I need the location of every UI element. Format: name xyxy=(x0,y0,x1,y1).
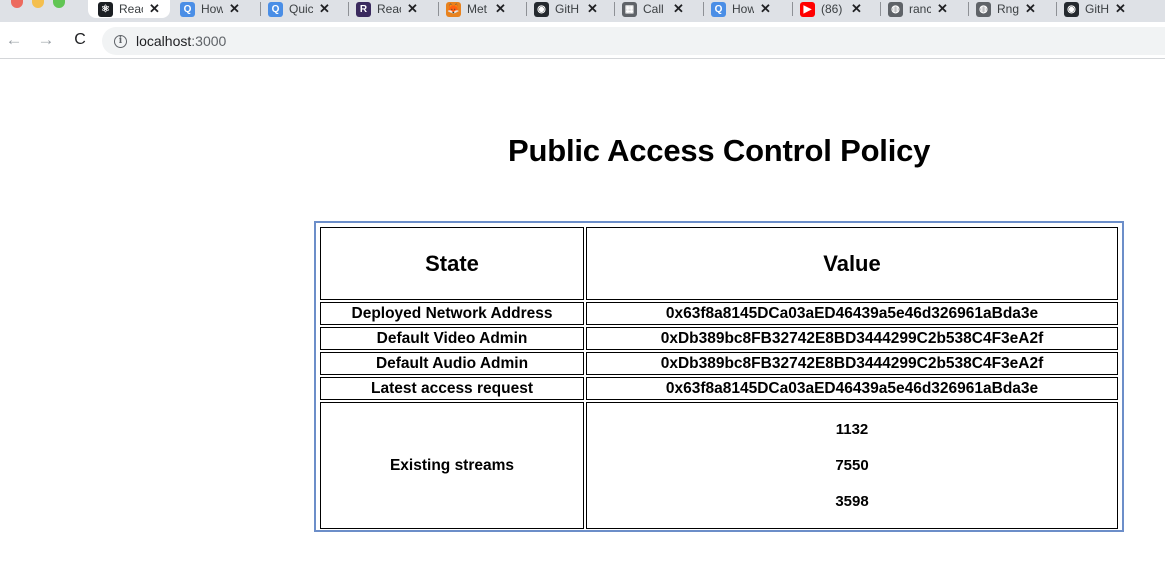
policy-table: State Value Deployed Network Address 0x6… xyxy=(318,225,1120,531)
table-row: Deployed Network Address 0x63f8a8145DCa0… xyxy=(320,302,1118,325)
q-icon: Q xyxy=(180,1,195,17)
tab-separator xyxy=(260,2,261,16)
tab-close-icon[interactable]: ✕ xyxy=(495,1,506,17)
table-row: Default Audio Admin 0xDb389bc8FB32742E8B… xyxy=(320,352,1118,375)
tab-close-icon[interactable]: ✕ xyxy=(407,1,418,17)
tab-separator xyxy=(526,2,527,16)
browser-tab[interactable]: ▶ (86) ✕ xyxy=(800,0,862,18)
tab-title: How xyxy=(201,2,223,16)
tab-title: Reac xyxy=(377,2,401,16)
metamask-fox-icon: 🦊 xyxy=(446,1,461,17)
address-bar[interactable]: i localhost:3000 xyxy=(102,27,1165,55)
tab-title: Met xyxy=(467,2,488,16)
tab-close-icon[interactable]: ✕ xyxy=(149,1,160,17)
tab-separator xyxy=(792,2,793,16)
state-cell: Default Video Admin xyxy=(320,327,584,350)
browser-tab[interactable]: ▦ Call ✕ xyxy=(622,0,684,18)
url-port: :3000 xyxy=(191,33,227,49)
page-title: Public Access Control Policy xyxy=(508,133,931,168)
tab-title: GitH xyxy=(1085,2,1109,16)
window-maximize-button[interactable] xyxy=(53,0,65,8)
tab-separator xyxy=(1056,2,1057,16)
value-cell: 0xDb389bc8FB32742E8BD3444299C2b538C4F3eA… xyxy=(586,352,1118,375)
tab-separator xyxy=(438,2,439,16)
tab-title: Quic xyxy=(289,2,313,16)
streams-row: Existing streams 1132 7550 3598 xyxy=(320,402,1118,529)
table-row: Default Video Admin 0xDb389bc8FB32742E8B… xyxy=(320,327,1118,350)
browser-tab[interactable]: 🦊 Met ✕ xyxy=(446,0,506,18)
browser-toolbar: ← → C i localhost:3000 xyxy=(0,22,1165,59)
policy-table-container: State Value Deployed Network Address 0x6… xyxy=(314,221,1124,532)
window-close-button[interactable] xyxy=(11,0,23,8)
browser-tab[interactable]: ◍ ranc ✕ xyxy=(888,0,948,18)
browser-tab[interactable]: Q How ✕ xyxy=(180,0,240,18)
back-arrow-icon[interactable]: ← xyxy=(4,30,24,50)
tab-separator xyxy=(880,2,881,16)
value-cell: 0xDb389bc8FB32742E8BD3444299C2b538C4F3eA… xyxy=(586,327,1118,350)
q-icon: Q xyxy=(711,1,726,17)
tab-close-icon[interactable]: ✕ xyxy=(937,1,948,17)
browser-tab-strip: ⚛ Reac ✕ Q How ✕ Q Quic ✕ R Reac ✕ 🦊 Met ✕ ◉ GitH ✕ ▦ Call ✕… xyxy=(0,0,1165,22)
browser-tab[interactable]: ◉ GitH ✕ xyxy=(534,0,598,18)
globe-icon: ◍ xyxy=(976,1,991,17)
table-row: Latest access request 0x63f8a8145DCa03aE… xyxy=(320,377,1118,400)
browser-tab[interactable]: ⚛ Reac ✕ xyxy=(88,0,170,18)
info-icon[interactable]: i xyxy=(114,34,127,48)
browser-tab[interactable]: ◉ GitH ✕ xyxy=(1064,0,1126,18)
github-icon: ◉ xyxy=(1064,1,1079,17)
browser-tab[interactable]: Q Quic ✕ xyxy=(268,0,330,18)
url-text[interactable]: localhost:3000 xyxy=(136,33,226,49)
window-minimize-button[interactable] xyxy=(32,0,44,8)
state-cell: Default Audio Admin xyxy=(320,352,584,375)
tab-separator xyxy=(703,2,704,16)
tab-title: Call xyxy=(643,2,664,16)
tab-close-icon[interactable]: ✕ xyxy=(587,1,598,17)
react-icon: ⚛ xyxy=(98,1,113,17)
browser-tab[interactable]: Q How ✕ xyxy=(711,0,771,18)
tab-close-icon[interactable]: ✕ xyxy=(673,1,684,17)
stream-id: 7550 xyxy=(835,456,869,474)
browser-tab[interactable]: R Reac ✕ xyxy=(356,0,418,18)
state-column-header: State xyxy=(320,227,584,300)
tab-separator xyxy=(614,2,615,16)
value-cell: 0x63f8a8145DCa03aED46439a5e46d326961aBda… xyxy=(586,377,1118,400)
table-header-row: State Value xyxy=(320,227,1118,300)
tab-separator xyxy=(968,2,969,16)
github-icon: ◉ xyxy=(534,1,549,17)
value-column-header: Value xyxy=(586,227,1118,300)
tab-title: (86) xyxy=(821,2,843,16)
forward-arrow-icon[interactable]: → xyxy=(36,30,56,50)
tab-title: GitH xyxy=(555,2,579,16)
value-cell: 0x63f8a8145DCa03aED46439a5e46d326961aBda… xyxy=(586,302,1118,325)
tab-title: ranc xyxy=(909,2,931,16)
q-icon: Q xyxy=(268,1,283,17)
tab-title: Rng xyxy=(997,2,1019,16)
streams-label-cell: Existing streams xyxy=(320,402,584,529)
state-cell: Latest access request xyxy=(320,377,584,400)
tab-close-icon[interactable]: ✕ xyxy=(319,1,330,17)
building-icon: ▦ xyxy=(622,1,637,17)
tab-title: Reac xyxy=(119,2,143,16)
stream-id: 1132 xyxy=(835,420,869,438)
tab-title: How xyxy=(732,2,754,16)
tab-close-icon[interactable]: ✕ xyxy=(1115,1,1126,17)
state-cell: Deployed Network Address xyxy=(320,302,584,325)
tab-separator xyxy=(348,2,349,16)
url-host: localhost xyxy=(136,33,192,49)
streams-values-cell: 1132 7550 3598 xyxy=(586,402,1118,529)
tab-close-icon[interactable]: ✕ xyxy=(229,1,240,17)
youtube-icon: ▶ xyxy=(800,1,815,17)
reload-icon[interactable]: C xyxy=(70,30,90,50)
r-icon: R xyxy=(356,1,371,17)
browser-tab[interactable]: ◍ Rng ✕ xyxy=(976,0,1036,18)
stream-id: 3598 xyxy=(835,492,869,510)
tab-close-icon[interactable]: ✕ xyxy=(1025,1,1036,17)
tab-close-icon[interactable]: ✕ xyxy=(851,1,862,17)
globe-icon: ◍ xyxy=(888,1,903,17)
tab-close-icon[interactable]: ✕ xyxy=(760,1,771,17)
